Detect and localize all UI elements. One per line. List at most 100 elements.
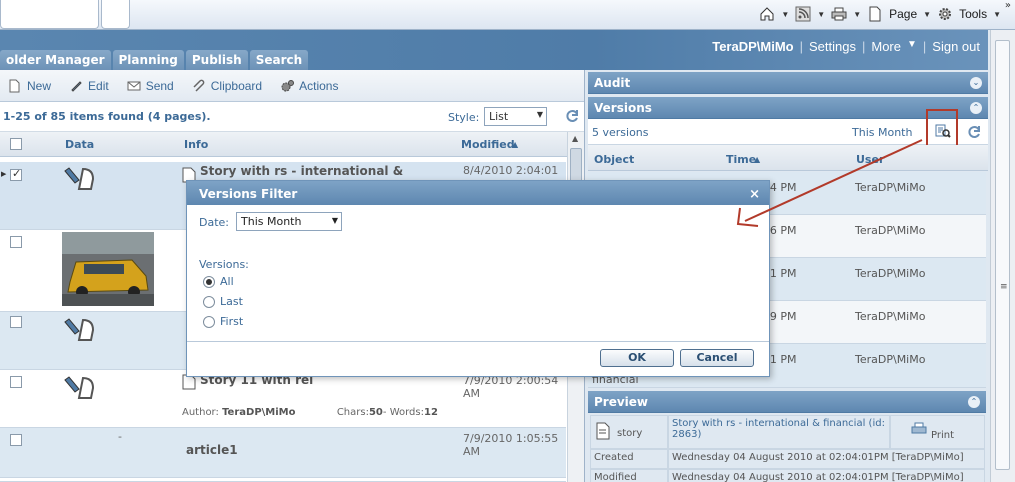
radio-all[interactable]: All bbox=[203, 275, 234, 288]
audit-panel-header[interactable]: Audit ⌄ bbox=[588, 72, 988, 94]
story-edit-icon bbox=[64, 167, 95, 190]
preview-title-link[interactable]: Story with rs - international & financia… bbox=[668, 415, 890, 449]
dialog-divider bbox=[187, 341, 769, 342]
tab-publish[interactable]: Publish bbox=[185, 50, 248, 70]
row-checkbox[interactable] bbox=[10, 434, 22, 446]
tools-menu[interactable]: Tools bbox=[959, 7, 987, 21]
ok-button[interactable]: OK bbox=[600, 349, 674, 367]
new-document-icon bbox=[9, 79, 20, 92]
more-chevron-icon[interactable]: » bbox=[1005, 0, 1011, 11]
refresh-icon[interactable] bbox=[966, 124, 982, 140]
send-button[interactable]: Send bbox=[127, 79, 174, 93]
clipboard-button[interactable]: Clipboard bbox=[192, 79, 262, 93]
new-button[interactable]: New bbox=[8, 79, 51, 93]
story-edit-icon bbox=[64, 376, 95, 399]
versions-filter-dialog: Versions Filter × Date: This Month ▼ Ver… bbox=[186, 180, 770, 377]
date-label: Date: bbox=[199, 216, 229, 229]
versions-filter-label: This Month bbox=[852, 126, 913, 139]
edit-icon bbox=[71, 80, 82, 92]
chevron-down-icon[interactable]: ▼ bbox=[781, 10, 789, 19]
new-tab-button[interactable] bbox=[101, 0, 130, 29]
table-row bbox=[0, 478, 566, 482]
edit-button[interactable]: Edit bbox=[69, 79, 109, 93]
select-all-checkbox[interactable] bbox=[10, 138, 22, 150]
window-scroll-thumb[interactable] bbox=[995, 40, 1010, 470]
date-select[interactable]: This Month ▼ bbox=[236, 212, 342, 231]
collapse-icon[interactable]: ⌃ bbox=[970, 102, 982, 114]
row-checkbox[interactable] bbox=[10, 316, 22, 328]
expand-icon[interactable]: ⌄ bbox=[970, 77, 982, 89]
close-icon[interactable]: × bbox=[749, 182, 760, 208]
tab-folder-manager[interactable]: older Manager bbox=[0, 50, 111, 70]
versions-toolbar: 5 versions This Month bbox=[588, 109, 988, 147]
dialog-title-bar[interactable]: Versions Filter × bbox=[187, 181, 769, 205]
cancel-button[interactable]: Cancel bbox=[680, 349, 754, 367]
more-link[interactable]: More bbox=[871, 39, 901, 54]
tab-planning[interactable]: Planning bbox=[112, 50, 184, 70]
browser-tab[interactable] bbox=[0, 0, 99, 29]
result-count: 1-25 of 85 items found (4 pages). bbox=[3, 110, 211, 123]
scroll-up-icon[interactable]: ▲ bbox=[572, 134, 578, 143]
user-links: TeraDP\MiMo | Settings | More ▼ | Sign o… bbox=[712, 39, 980, 54]
row-title[interactable]: article1 bbox=[186, 443, 238, 457]
print-icon[interactable] bbox=[831, 6, 847, 22]
preview-panel: Preview ⌃ story Story with rs - internat… bbox=[588, 391, 986, 482]
home-icon[interactable] bbox=[759, 6, 775, 22]
column-modified[interactable]: Modified bbox=[461, 138, 515, 151]
row-date: 7/9/2010 1:05:55 AM bbox=[463, 432, 559, 458]
chevron-down-icon: ▼ bbox=[536, 110, 543, 119]
table-row[interactable]: - article1 7/9/2010 1:05:55 AM bbox=[0, 428, 566, 478]
refresh-icon[interactable] bbox=[564, 108, 580, 124]
table-row[interactable]: Story 11 with rel 7/9/2010 2:00:54 AM Au… bbox=[0, 370, 566, 428]
list-column-header: Data Info Modified ▲ bbox=[0, 132, 584, 157]
radio-button[interactable] bbox=[203, 315, 215, 328]
row-title[interactable]: Story with rs - international & bbox=[200, 164, 403, 178]
browser-command-bar: ▼ ▼ ▼ Page ▼ Tools ▼ » bbox=[0, 0, 1015, 30]
chevron-down-icon[interactable]: ▼ bbox=[907, 39, 917, 54]
list-toolbar: New Edit Send Clipboard Actions bbox=[0, 70, 584, 102]
sign-out-link[interactable]: Sign out bbox=[932, 39, 980, 54]
chevron-down-icon[interactable]: ▼ bbox=[817, 10, 825, 19]
row-checkbox[interactable] bbox=[10, 236, 22, 248]
collapse-icon[interactable]: ⌃ bbox=[968, 396, 980, 408]
rss-feed-icon[interactable] bbox=[795, 6, 811, 22]
chevron-down-icon[interactable]: ▼ bbox=[993, 10, 1001, 19]
column-user[interactable]: User bbox=[856, 153, 884, 166]
print-button[interactable]: Print bbox=[890, 415, 985, 449]
taxi-photo-thumbnail bbox=[62, 232, 154, 306]
radio-button-selected[interactable] bbox=[203, 275, 215, 288]
chevron-down-icon: ▼ bbox=[331, 216, 338, 225]
preview-panel-header[interactable]: Preview ⌃ bbox=[588, 391, 986, 413]
actions-button[interactable]: Actions bbox=[280, 79, 338, 93]
chevron-down-icon[interactable]: ▼ bbox=[853, 10, 861, 19]
column-time[interactable]: Time bbox=[726, 153, 756, 166]
page-menu[interactable]: Page bbox=[889, 7, 917, 21]
browser-tools: ▼ ▼ ▼ Page ▼ Tools ▼ bbox=[759, 4, 1001, 24]
sort-asc-icon: ▲ bbox=[754, 155, 761, 164]
main-nav: older Manager Planning Publish Search bbox=[0, 50, 309, 70]
story-edit-icon bbox=[64, 318, 95, 341]
gears-icon bbox=[281, 79, 295, 91]
window-scrollbar[interactable]: ≡ bbox=[990, 30, 1015, 482]
column-info[interactable]: Info bbox=[184, 138, 208, 151]
filter-search-icon[interactable] bbox=[935, 123, 951, 139]
radio-button[interactable] bbox=[203, 295, 215, 308]
radio-last[interactable]: Last bbox=[203, 295, 243, 308]
row-checkbox[interactable] bbox=[10, 376, 22, 388]
current-row-icon: ▶ bbox=[1, 170, 7, 178]
column-data[interactable]: Data bbox=[65, 138, 94, 151]
row-checkbox[interactable]: ✓ bbox=[10, 167, 22, 181]
paperclip-icon bbox=[193, 79, 205, 92]
print-icon bbox=[911, 422, 927, 434]
preview-type: story bbox=[617, 428, 643, 439]
gear-icon bbox=[939, 8, 952, 20]
send-icon bbox=[127, 81, 141, 90]
created-label: Created bbox=[590, 449, 668, 469]
style-select[interactable]: List ▼ bbox=[484, 107, 547, 126]
radio-first[interactable]: First bbox=[203, 315, 243, 328]
tab-search[interactable]: Search bbox=[249, 50, 309, 70]
settings-link[interactable]: Settings bbox=[809, 39, 856, 54]
versions-count: 5 versions bbox=[592, 126, 649, 139]
chevron-down-icon[interactable]: ▼ bbox=[923, 10, 931, 19]
column-object[interactable]: Object bbox=[594, 153, 634, 166]
